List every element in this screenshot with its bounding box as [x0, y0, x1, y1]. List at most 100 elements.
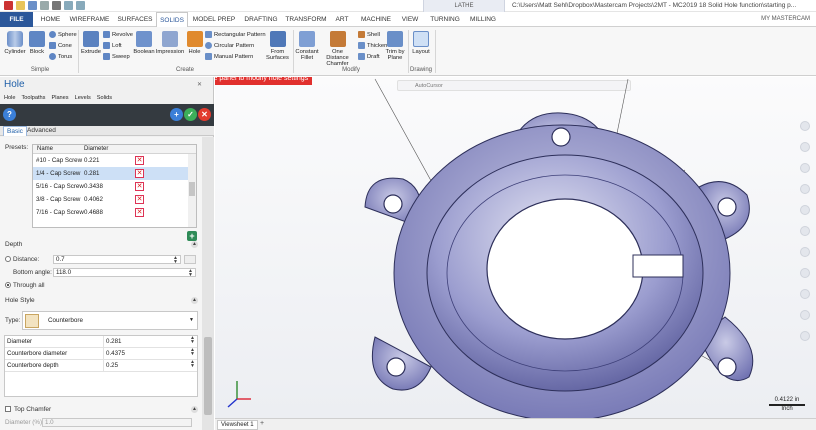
param-value-input[interactable]: 0.25 ▲ ▼: [103, 360, 197, 372]
cancel-icon[interactable]: ✕: [198, 108, 211, 121]
settings-icon[interactable]: [800, 331, 810, 341]
right-view-icon[interactable]: [800, 268, 810, 278]
spinner-icon[interactable]: ▲ ▼: [190, 360, 195, 369]
shell-button[interactable]: Shell: [358, 31, 380, 38]
shaded-icon[interactable]: [800, 310, 810, 320]
draft-button[interactable]: Draft: [358, 53, 380, 60]
spinner-icon[interactable]: ▲ ▼: [190, 348, 195, 357]
rectangular-pattern-button[interactable]: Rectangular Pattern: [205, 31, 266, 38]
panel-tab-toolpaths[interactable]: Toolpaths: [22, 95, 46, 104]
zoom-out-icon[interactable]: [800, 142, 810, 152]
preset-row-selected[interactable]: 1/4 - Cap Screw 0.281 ✕: [33, 167, 188, 180]
manual-pattern-button[interactable]: Manual Pattern: [205, 53, 253, 60]
save-icon[interactable]: [28, 1, 37, 10]
distance-input[interactable]: 0.7 ▲ ▼: [53, 255, 181, 265]
constant-fillet-button[interactable]: Constant Fillet: [294, 31, 320, 61]
delete-preset-icon[interactable]: ✕: [135, 182, 144, 191]
collapse-icon[interactable]: ▲: [191, 241, 198, 248]
from-surfaces-button[interactable]: From Surfaces: [264, 31, 291, 61]
open-file-icon[interactable]: [16, 1, 25, 10]
tab-home[interactable]: HOME: [36, 12, 65, 27]
panel-scroll-thumb[interactable]: [204, 337, 212, 415]
wireframe-icon[interactable]: [800, 289, 810, 299]
loft-button[interactable]: Loft: [103, 42, 122, 49]
layout-button[interactable]: Layout: [410, 31, 432, 55]
panel-scrollbar[interactable]: [202, 137, 214, 430]
graphics-viewport[interactable]: Use panel to modify hole settings AutoCu…: [215, 77, 816, 418]
tab-model-prep[interactable]: MODEL PREP: [192, 12, 236, 27]
impression-button[interactable]: Impression: [155, 31, 185, 55]
tab-art[interactable]: ART: [332, 12, 352, 27]
help-icon[interactable]: ?: [3, 108, 16, 121]
tab-milling[interactable]: MILLING: [466, 12, 500, 27]
top-view-icon[interactable]: [800, 226, 810, 236]
torus-button[interactable]: Torus: [49, 53, 72, 60]
chamfer-diameter-input[interactable]: 1.0: [42, 418, 192, 427]
preset-row[interactable]: 3/8 - Cap Screw 0.4062 ✕: [33, 193, 188, 206]
ok-icon[interactable]: ✓: [184, 108, 197, 121]
top-chamfer-section-header[interactable]: Top Chamfer ▲: [0, 403, 202, 416]
one-distance-chamfer-button[interactable]: One Distance Chamfer: [320, 31, 355, 67]
cone-button[interactable]: Cone: [49, 42, 72, 49]
revolve-button[interactable]: Revolve: [103, 31, 133, 38]
delete-preset-icon[interactable]: ✕: [135, 156, 144, 165]
distance-radio[interactable]: [5, 256, 11, 262]
front-view-icon[interactable]: [800, 247, 810, 257]
viewsheet-tab[interactable]: Viewsheet 1: [217, 420, 258, 430]
rotate-icon[interactable]: [800, 163, 810, 173]
sweep-button[interactable]: Sweep: [103, 53, 130, 60]
param-value-input[interactable]: 0.281 ▲ ▼: [103, 336, 197, 348]
preset-row[interactable]: #10 - Cap Screw 0.221 ✕: [33, 154, 188, 167]
spinner-icon[interactable]: ▲ ▼: [188, 269, 193, 278]
tab-wireframe[interactable]: WIREFRAME: [69, 12, 110, 27]
circular-pattern-button[interactable]: Circular Pattern: [205, 42, 254, 49]
boolean-button[interactable]: Boolean: [133, 31, 155, 55]
through-all-radio[interactable]: [5, 282, 11, 288]
panel-tab-levels[interactable]: Levels: [75, 95, 91, 104]
delete-preset-icon[interactable]: ✕: [135, 195, 144, 204]
tab-file[interactable]: FILE: [0, 12, 33, 27]
cylinder-button[interactable]: Cylinder: [3, 31, 27, 55]
ok-and-create-new-icon[interactable]: +: [170, 108, 183, 121]
hole-style-section-header[interactable]: Hole Style ▲: [0, 294, 202, 307]
delete-preset-icon[interactable]: ✕: [135, 169, 144, 178]
spinner-icon[interactable]: ▲ ▼: [190, 336, 195, 345]
extrude-button[interactable]: Extrude: [81, 31, 101, 55]
tab-drafting[interactable]: DRAFTING: [242, 12, 280, 27]
subtab-basic[interactable]: Basic: [3, 126, 27, 136]
my-mastercam-link[interactable]: MY MASTERCAM: [761, 16, 810, 22]
undo-icon[interactable]: [64, 1, 73, 10]
preset-row[interactable]: 5/16 - Cap Screw 0.3438 ✕: [33, 180, 188, 193]
tab-turning[interactable]: TURNING: [427, 12, 463, 27]
zoom-in-icon[interactable]: [800, 121, 810, 131]
tab-transform[interactable]: TRANSFORM: [285, 12, 327, 27]
subtab-advanced[interactable]: Advanced: [27, 126, 56, 136]
spinner-icon[interactable]: ▲ ▼: [173, 256, 178, 265]
tab-surfaces[interactable]: SURFACES: [115, 12, 155, 27]
part-model[interactable]: [215, 77, 816, 418]
block-button[interactable]: Block: [27, 31, 47, 55]
print-icon[interactable]: [52, 1, 61, 10]
redo-icon[interactable]: [76, 1, 85, 10]
tab-solids[interactable]: SOLIDS: [156, 12, 188, 27]
collapse-icon[interactable]: ▲: [191, 406, 198, 413]
pin-icon[interactable]: ✕: [197, 81, 202, 88]
bottom-angle-input[interactable]: 118.0 ▲ ▼: [53, 268, 196, 278]
fit-icon[interactable]: [800, 184, 810, 194]
collapse-icon[interactable]: ▲: [191, 297, 198, 304]
presets-scrollbar[interactable]: [188, 154, 196, 227]
param-value-input[interactable]: 0.4375 ▲ ▼: [103, 348, 197, 360]
panel-tab-hole[interactable]: Hole: [4, 95, 16, 104]
depth-section-header[interactable]: Depth ▲: [0, 238, 202, 251]
panel-tab-solids[interactable]: Solids: [97, 95, 112, 104]
delete-preset-icon[interactable]: ✕: [135, 208, 144, 217]
add-viewsheet-icon[interactable]: +: [260, 420, 264, 427]
preset-row[interactable]: 7/16 - Cap Screw 0.4688 ✕: [33, 206, 188, 219]
presets-scroll-thumb[interactable]: [189, 182, 195, 196]
hole-button[interactable]: Hole: [186, 31, 203, 55]
tab-view[interactable]: VIEW: [398, 12, 422, 27]
top-chamfer-checkbox[interactable]: [5, 406, 11, 412]
panel-tab-planes[interactable]: Planes: [51, 95, 68, 104]
save-as-icon[interactable]: [40, 1, 49, 10]
thicken-button[interactable]: Thicken: [358, 42, 387, 49]
